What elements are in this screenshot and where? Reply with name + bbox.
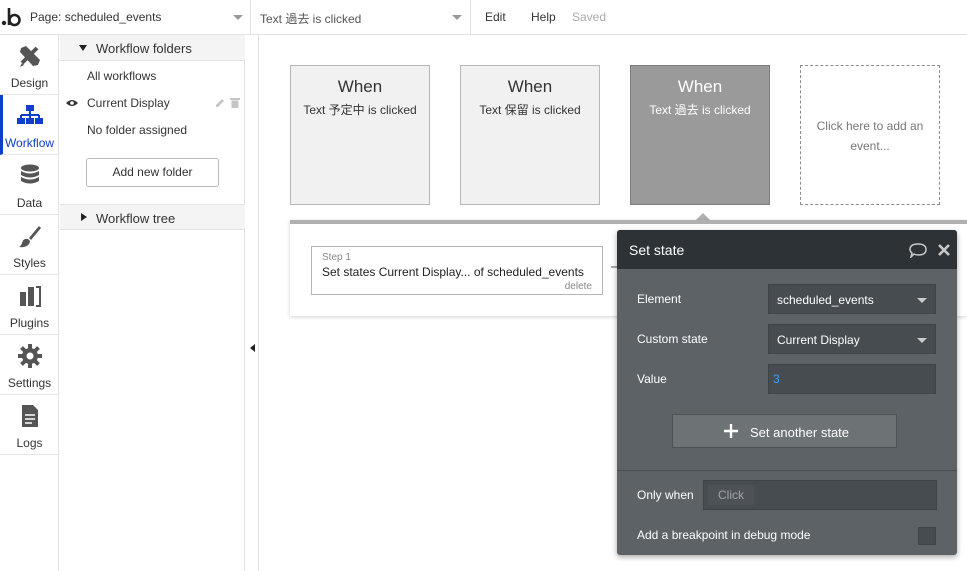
tab-label: Design — [10, 76, 49, 90]
plugin-icon — [20, 286, 41, 307]
workflow-folders-panel: Workflow folders All workflows Current D… — [60, 35, 245, 571]
chevron-down-icon — [917, 338, 927, 343]
tab-workflow[interactable]: Workflow — [0, 95, 59, 155]
add-new-folder-button[interactable]: Add new folder — [86, 158, 219, 187]
caret-right-icon — [81, 213, 87, 221]
only-when-placeholder: Click — [708, 485, 754, 505]
panel-divider — [617, 470, 957, 471]
set-state-panel: Set state Element scheduled_events Custo… — [617, 230, 957, 555]
button-label: Set another state — [750, 425, 850, 440]
tab-plugins[interactable]: Plugins — [0, 275, 59, 335]
panel-header[interactable]: Set state — [617, 230, 957, 269]
top-bar: Page: scheduled_events Text 過去 is clicke… — [0, 0, 967, 35]
tab-label: Styles — [13, 256, 46, 270]
folder-current-display[interactable]: Current Display — [60, 91, 245, 117]
bubble-logo[interactable] — [0, 0, 24, 35]
workflow-icon — [17, 105, 43, 124]
folder-label: Current Display — [87, 96, 170, 110]
value-input[interactable] — [768, 364, 936, 394]
folder-no-folder-assigned[interactable]: No folder assigned — [87, 123, 187, 137]
gear-icon — [18, 344, 42, 368]
element-value: scheduled_events — [777, 293, 874, 307]
tab-label: Data — [16, 196, 43, 210]
tab-rail: Design Workflow Data Styles Plugins Sett… — [0, 35, 59, 571]
tab-styles[interactable]: Styles — [0, 215, 59, 275]
chevron-down-icon — [452, 15, 462, 20]
event-when: When — [677, 77, 723, 96]
add-event-card[interactable]: Click here to add an event... — [800, 65, 940, 205]
page-selector[interactable]: Page: scheduled_events — [24, 0, 251, 35]
tab-label: Logs — [16, 436, 43, 450]
pencil-icon[interactable] — [215, 98, 225, 108]
breakpoint-label: Add a breakpoint in debug mode — [637, 528, 811, 542]
panel-title: Set state — [629, 242, 685, 258]
event-when: When — [507, 77, 553, 96]
chevron-down-icon — [917, 298, 927, 303]
caret-left-icon — [250, 344, 255, 352]
brush-icon — [19, 226, 41, 248]
event-card[interactable]: When Text 保留 is clicked — [460, 65, 600, 205]
caret-down-icon — [79, 45, 87, 51]
value-label: Value — [637, 372, 667, 386]
page-selector-label: Page: scheduled_events — [30, 10, 162, 24]
tab-settings[interactable]: Settings — [0, 335, 59, 395]
comment-icon[interactable] — [909, 243, 927, 258]
element-dropdown[interactable]: scheduled_events — [768, 284, 936, 314]
workflow-tree-header[interactable]: Workflow tree — [60, 204, 245, 230]
database-icon — [21, 164, 39, 184]
step-description: Set states Current Display... of schedul… — [322, 265, 584, 279]
workflow-folders-header[interactable]: Workflow folders — [60, 35, 245, 61]
plus-icon — [724, 424, 738, 438]
breakpoint-checkbox[interactable] — [918, 527, 936, 545]
tab-data[interactable]: Data — [0, 155, 59, 215]
element-label: Element — [637, 292, 682, 306]
tab-label: Settings — [7, 376, 52, 390]
tab-label: Workflow — [4, 136, 55, 150]
event-when: When — [337, 77, 383, 96]
tab-label: Plugins — [9, 316, 50, 330]
section-title: Workflow folders — [96, 41, 192, 56]
only-when-input[interactable]: Click — [703, 480, 937, 510]
section-title: Workflow tree — [96, 211, 176, 226]
tab-design[interactable]: Design — [0, 35, 59, 95]
eye-icon[interactable] — [66, 99, 78, 107]
event-card-selected[interactable]: When Text 過去 is clicked — [630, 65, 770, 205]
workflow-selector[interactable]: Text 過去 is clicked — [251, 0, 471, 35]
close-icon[interactable] — [937, 243, 951, 257]
tab-logs[interactable]: Logs — [0, 395, 59, 455]
custom-state-dropdown[interactable]: Current Display — [768, 324, 936, 354]
event-label: Text 予定中 is clicked — [303, 103, 417, 117]
event-label: Text 保留 is clicked — [479, 103, 581, 117]
custom-state-label: Custom state — [637, 332, 708, 346]
custom-state-value: Current Display — [777, 333, 860, 347]
menu-help[interactable]: Help — [531, 10, 556, 24]
step-number: Step 1 — [322, 252, 351, 263]
add-event-label: Click here to add an event... — [816, 119, 924, 153]
chevron-down-icon — [233, 15, 243, 20]
step-card[interactable]: Step 1 Set states Current Display... of … — [311, 246, 603, 295]
step-delete-link[interactable]: delete — [565, 281, 592, 292]
save-status: Saved — [572, 10, 607, 24]
trash-icon[interactable] — [230, 97, 240, 108]
panel-collapse-handle[interactable] — [245, 35, 259, 571]
event-card[interactable]: When Text 予定中 is clicked — [290, 65, 430, 205]
set-another-state-button[interactable]: Set another state — [672, 414, 897, 448]
event-label: Text 過去 is clicked — [649, 103, 751, 117]
only-when-label: Only when — [637, 488, 694, 502]
menu-edit[interactable]: Edit — [485, 10, 506, 24]
workflow-selector-label: Text 過去 is clicked — [260, 12, 362, 26]
design-icon — [20, 46, 40, 67]
folder-all-workflows[interactable]: All workflows — [87, 69, 156, 83]
document-icon — [22, 405, 38, 427]
